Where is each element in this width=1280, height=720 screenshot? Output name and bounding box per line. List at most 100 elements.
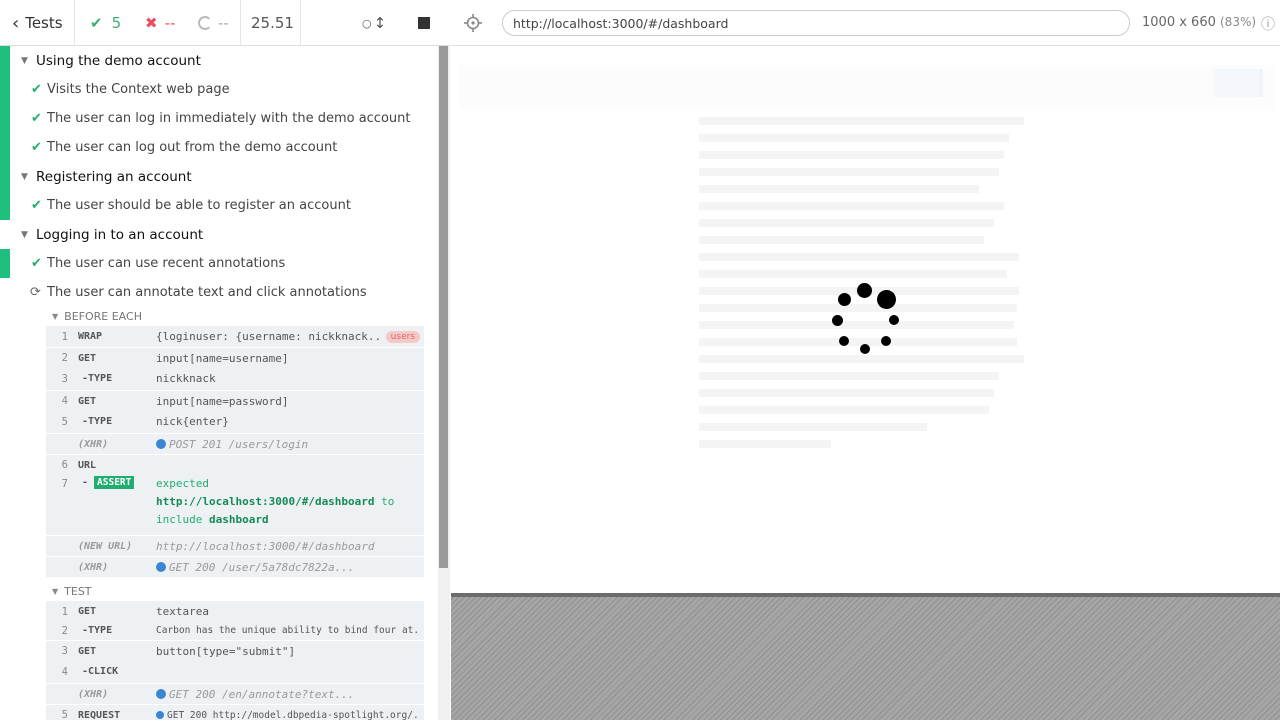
xhr-dot-icon [156,561,166,572]
spinner-dot [857,283,872,298]
command-name: GET [78,606,97,617]
command-name: -TYPE [82,625,113,636]
command-number: 6 [61,459,68,471]
hook-test[interactable]: ▼ TEST [52,582,92,600]
command-number: 5 [61,709,68,720]
viewport-backdrop [451,593,1280,720]
command-name: GET [78,645,97,657]
info-icon[interactable]: ⓘ [1261,14,1275,34]
pending-value: -- [218,14,229,32]
command-row[interactable]: 1 WRAP {loginuser: {username: nickknack.… [46,326,424,347]
suite-row[interactable]: ▼ Registering an account [0,162,438,191]
command-name: URL [78,459,97,471]
command-number: 2 [61,624,68,637]
failed-value: -- [164,14,176,32]
test-title: The user can annotate text and click ann… [47,285,367,300]
auto-scroll-toggle[interactable]: ○ ↕ [362,0,386,46]
caret-down-icon: ▼ [21,229,28,240]
command-row[interactable]: 5 REQUEST GET 200 http://model.dbpedia-s… [46,704,424,720]
command-number: 4 [61,665,68,678]
app-under-test-frame[interactable] [451,47,1280,593]
suite-row[interactable]: ▼ Logging in to an account [0,220,438,249]
command-number: 4 [61,395,68,407]
command-row[interactable]: 2 GET input[name=username] [46,347,424,368]
viewport-size: 1000 x 660 (83%) [1142,15,1256,30]
stop-button[interactable] [418,0,430,46]
assert-to: to [381,495,395,508]
command-number: 2 [61,352,68,364]
check-icon: ✔ [31,198,42,213]
command-list: 1 GET textarea 2 -TYPE Carbon has the un… [46,601,424,720]
command-row[interactable]: (XHR) GET 200 /en/annotate?text... [46,683,424,704]
command-name: GET [78,395,97,407]
command-number: 3 [61,645,68,657]
suite-title: Registering an account [36,168,192,185]
command-row[interactable]: 2 -TYPE Carbon has the unique ability to… [46,620,424,641]
command-row[interactable]: 3 GET button[type="submit"] [46,640,424,661]
command-list: 1 WRAP {loginuser: {username: nickknack.… [46,326,424,577]
tests-label: Tests [25,14,63,32]
command-row-assert[interactable]: 7 - ASSERT expected http://localhost:300… [46,475,424,533]
viewport-dimensions: 1000 x 660 [1142,15,1216,30]
command-name: WRAP [78,331,103,342]
assert-include: include [156,513,203,526]
test-row[interactable]: ✔ The user can log in immediately with t… [0,104,438,133]
command-number: 1 [61,605,68,618]
test-row[interactable]: ✔ Visits the Context web page [0,75,438,104]
command-row[interactable]: 3 -TYPE nickknack [46,368,424,389]
loading-spinner [451,47,1280,593]
command-number: 7 [61,478,68,490]
status-bar [0,75,10,104]
pending-count: -- [198,0,229,46]
command-row[interactable]: 6 URL [46,454,424,475]
spinner-dot [839,336,849,346]
command-message: textarea [156,605,209,618]
command-name: -CLICK [82,666,119,677]
runnables-list: ▼ Using the demo account ✔ Visits the Co… [0,46,438,720]
command-name: - ASSERT [82,476,135,489]
hook-title: TEST [64,584,92,598]
command-name: (NEW URL) [78,540,133,552]
spinner-dot [832,315,843,326]
assert-url: http://localhost:3000/#/dashboard [156,495,375,508]
command-message: http://localhost:3000/#/dashboard [156,539,375,553]
command-name: REQUEST [78,709,121,720]
test-row[interactable]: ✔ The user can log out from the demo acc… [0,133,438,162]
assert-message: expected http://localhost:3000/#/dashboa… [156,475,418,529]
assert-expected: expected [156,477,209,490]
status-bar [0,249,10,278]
scrollbar-thumb[interactable] [439,46,448,568]
command-number: 1 [61,330,68,343]
test-row[interactable]: ✔ The user can use recent annotations [0,249,438,278]
hook-title: BEFORE EACH [64,309,142,323]
url-input[interactable]: http://localhost:3000/#/dashboard [502,10,1130,36]
command-message: {loginuser: {username: nickknack.. [156,330,381,343]
viewport-scale: (83%) [1220,15,1257,29]
command-message: input[name=username] [156,351,289,365]
test-row-running[interactable]: ⟳ The user can annotate text and click a… [0,278,438,307]
test-title: The user can log in immediately with the… [47,111,411,126]
crosshair-icon[interactable] [464,14,482,32]
spinner-dot [860,344,870,354]
command-row[interactable]: 1 GET textarea [46,601,424,622]
xhr-dot-icon [156,438,166,449]
divider [300,0,301,46]
hook-before-each[interactable]: ▼ BEFORE EACH [52,307,142,325]
command-message: button[type="submit"] [156,644,296,658]
divider [240,0,241,46]
test-row[interactable]: ✔ The user should be able to register an… [0,191,438,220]
xhr-dot-icon [156,688,166,699]
command-row[interactable]: (XHR) POST 201 /users/login [46,433,424,454]
spinner-dot [838,293,851,306]
command-row[interactable]: 4 GET input[name=password] [46,390,424,411]
reporter-scrollbar[interactable] [438,46,450,720]
suite-row[interactable]: ▼ Using the demo account [0,46,438,75]
command-message: nick{enter} [156,415,229,428]
command-row[interactable]: (NEW URL) http://localhost:3000/#/dashbo… [46,535,424,556]
command-name: (XHR) [78,688,109,700]
command-name: -TYPE [82,416,113,427]
back-to-tests-button[interactable]: ‹ Tests [12,0,63,46]
command-row[interactable]: (XHR) GET 200 /user/5a78dc7822a... [46,556,424,577]
command-row[interactable]: 4 -CLICK [46,661,424,682]
command-row[interactable]: 5 -TYPE nick{enter} [46,411,424,432]
